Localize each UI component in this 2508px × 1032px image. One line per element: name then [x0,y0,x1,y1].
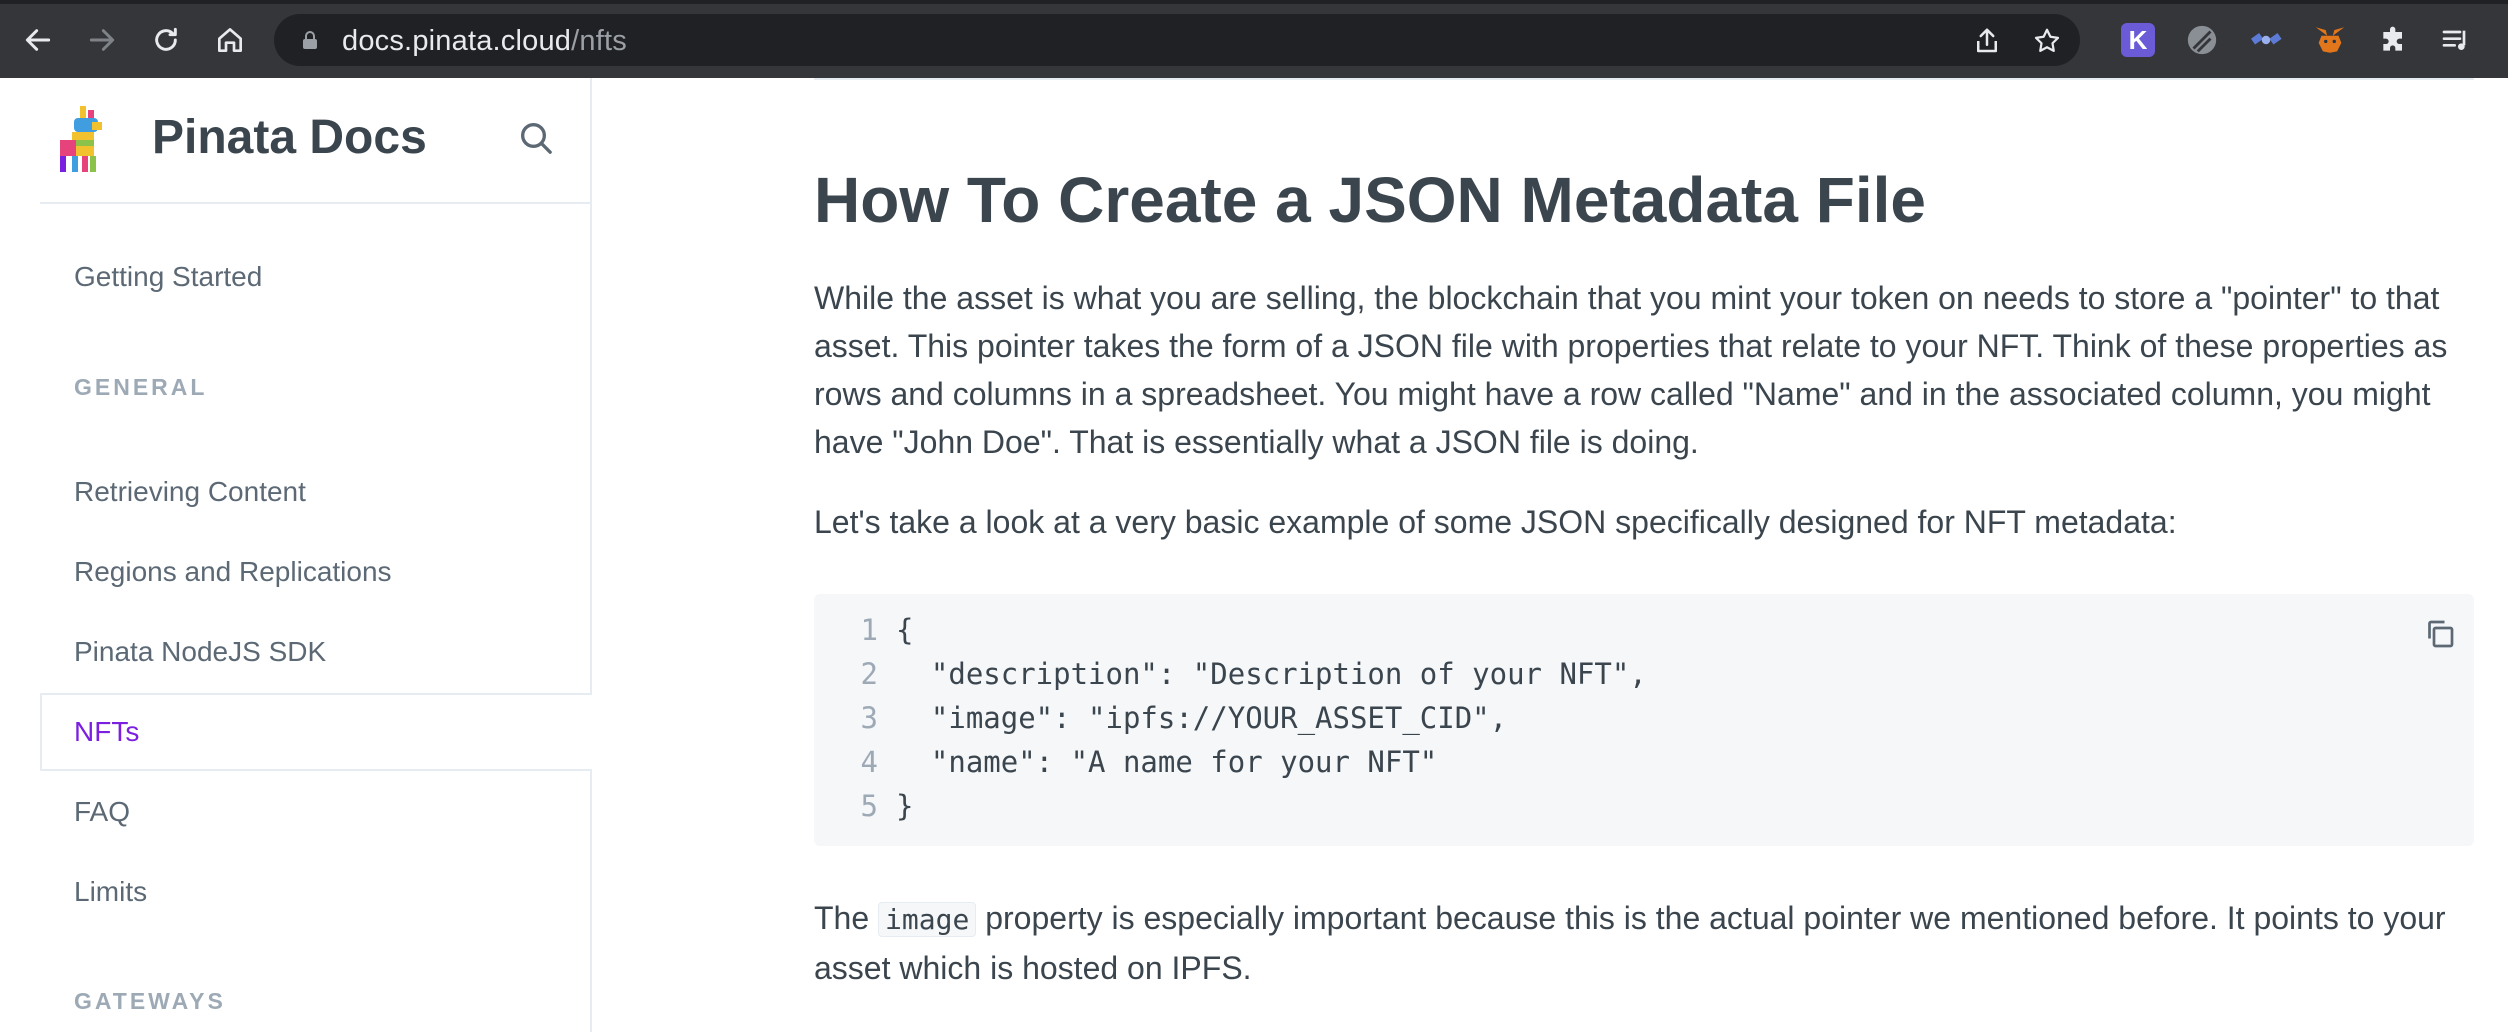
home-icon [218,28,242,52]
sidebar-item-nodejs-sdk[interactable]: Pinata NodeJS SDK [40,613,592,691]
sidebar-group-gateways: GATEWAYS [74,988,226,1014]
sidebar-item-nfts[interactable]: NFTs [40,693,592,771]
back-button[interactable] [16,18,60,62]
sidebar-header: Pinata Docs [40,78,592,204]
site-title[interactable]: Pinata Docs [152,110,427,165]
home-button[interactable] [208,18,252,62]
copy-icon[interactable] [2422,616,2458,652]
sidebar-group-general: GENERAL [74,374,208,400]
line-number: 3 [860,701,878,735]
reading-list-icon[interactable] [2438,22,2474,58]
intro-paragraph: While the asset is what you are selling,… [814,280,2448,460]
puzzle-extensions-icon[interactable] [2376,22,2412,58]
json-code-block[interactable]: 1{ 2 "description": "Description of your… [814,594,2474,846]
forward-button[interactable] [80,18,124,62]
code-line: 5} [814,784,914,828]
code-line: 4 "name": "A name for your NFT" [814,740,1438,784]
sidebar-item-faq[interactable]: FAQ [40,773,592,851]
line-number: 2 [860,657,878,691]
line-number: 4 [860,745,878,779]
address-bar[interactable]: docs.pinata.cloud/nfts [274,14,2080,66]
paragraph-text-start: The [814,900,870,936]
arrow-right-icon [89,29,115,51]
sidebar-item-regions-replications[interactable]: Regions and Replications [40,533,592,611]
globe-icon [2187,25,2217,55]
puzzle-icon [2383,26,2402,51]
playlist-icon [2442,30,2466,50]
code-text: } [896,789,914,823]
code-line: 2 "description": "Description of your NF… [814,652,1647,696]
browser-toolbar: docs.pinata.cloud/nfts K [0,0,2508,78]
page-title: How To Create a JSON Metadata File [814,164,1926,236]
k-extension-badge: K [2121,23,2155,57]
sidebar-item-getting-started[interactable]: Getting Started [40,238,592,316]
arrow-left-icon [25,29,51,51]
code-line: 3 "image": "ipfs://YOUR_ASSET_CID", [814,696,1508,740]
image-property-paragraph: The image property is especially importa… [814,894,2474,992]
metamask-fox-icon[interactable] [2312,22,2348,58]
code-text: "description": "Description of your NFT"… [896,657,1647,691]
code-text: { [896,613,914,647]
globe-extension-icon[interactable] [2184,22,2220,58]
search-icon[interactable] [516,118,556,158]
fox-icon [2315,27,2345,53]
paragraph-text-end: property is especially important because… [814,900,2446,986]
content-divider [814,78,2474,80]
url-path: /nfts [571,25,627,57]
code-line: 1{ [814,608,914,652]
share-icon[interactable] [1972,26,2002,56]
bookmark-star-icon[interactable] [2032,26,2062,56]
address-url: docs.pinata.cloud/nfts [342,25,627,58]
satellite-extension-icon[interactable] [2248,22,2284,58]
pinata-logo-icon[interactable] [54,102,110,178]
docs-sidebar: Pinata Docs Getting Started GENERAL Retr… [0,78,592,1032]
code-text: "name": "A name for your NFT" [896,745,1438,779]
inline-code-image: image [878,902,977,937]
reload-button[interactable] [144,18,188,62]
line-number: 5 [860,789,878,823]
reload-icon [155,27,177,51]
sidebar-item-limits[interactable]: Limits [40,853,592,931]
example-intro-paragraph: Let's take a look at a very basic exampl… [814,504,2177,540]
code-text: "image": "ipfs://YOUR_ASSET_CID", [896,701,1508,735]
lock-icon [303,31,317,49]
k-extension-icon[interactable]: K [2120,22,2156,58]
url-host: docs.pinata.cloud [342,25,572,57]
sidebar-item-retrieving-content[interactable]: Retrieving Content [40,453,592,531]
satellite-icon [2250,33,2282,45]
line-number: 1 [860,613,878,647]
